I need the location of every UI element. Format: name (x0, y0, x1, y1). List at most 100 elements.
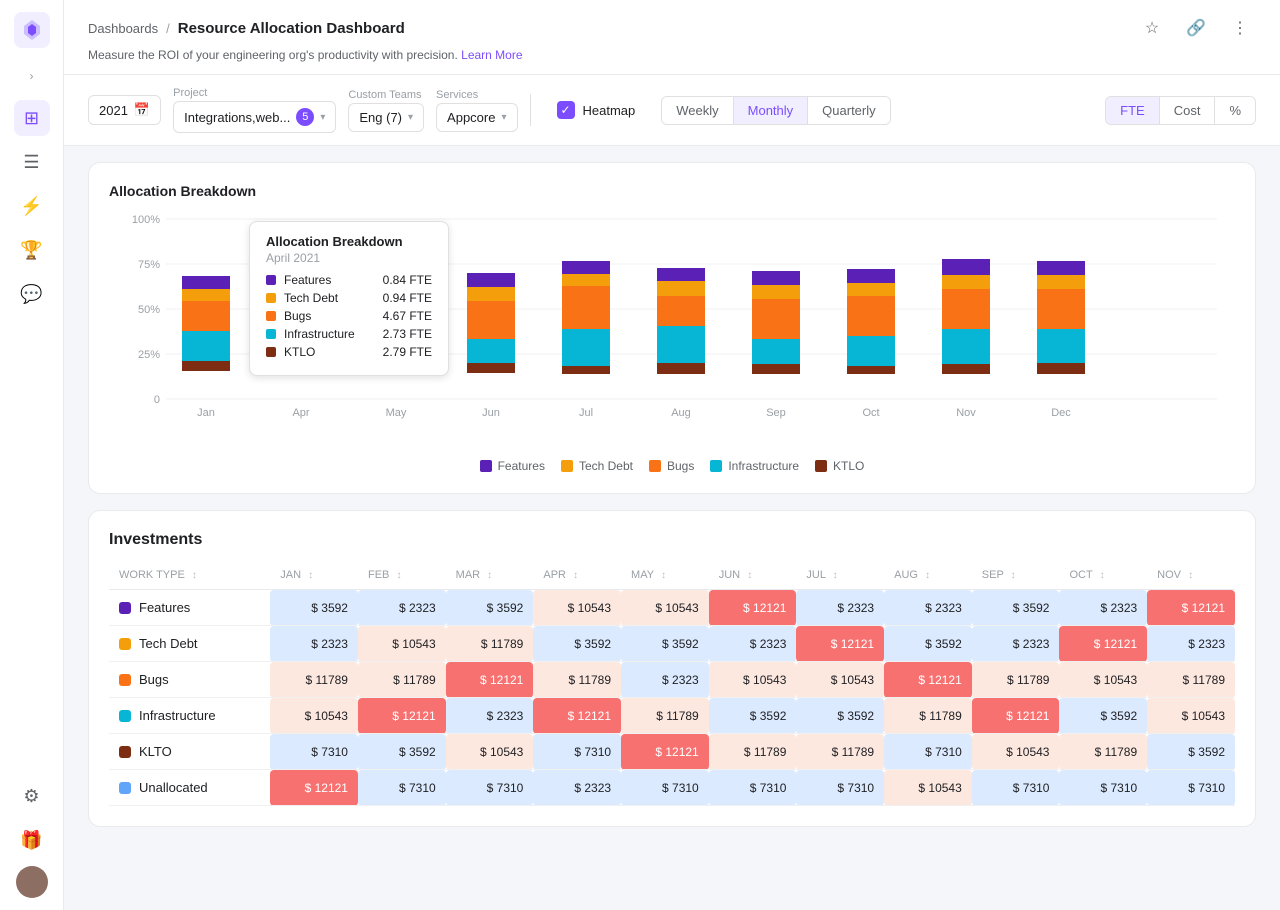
value-cell: $ 7310 (972, 770, 1060, 806)
sidebar-collapse-icon[interactable]: › (20, 64, 44, 88)
breadcrumb-separator: / (166, 21, 170, 36)
bar-aug[interactable]: Aug (657, 268, 705, 419)
tooltip-techdebt-label: Tech Debt (284, 291, 338, 305)
col-apr[interactable]: APR ↕ (533, 561, 621, 590)
main-area: Dashboards / Resource Allocation Dashboa… (64, 0, 1280, 910)
col-may[interactable]: MAY ↕ (621, 561, 709, 590)
svg-text:Sep: Sep (766, 407, 786, 419)
project-selector[interactable]: Integrations,web... 5 ▾ (173, 101, 336, 133)
chevron-down-icon-services: ▾ (501, 112, 506, 123)
share-button[interactable]: 🔗 (1180, 12, 1212, 44)
work-type-cell: Features (119, 600, 260, 615)
value-cell: $ 10543 (796, 662, 884, 698)
chart-area: Allocation Breakdown April 2021 Features… (109, 211, 1235, 451)
work-type-cell: Bugs (119, 672, 260, 687)
period-quarterly-button[interactable]: Quarterly (808, 97, 889, 124)
metric-cost-button[interactable]: Cost (1160, 97, 1216, 124)
value-cell: $ 12121 (709, 590, 797, 626)
bar-dec[interactable]: Dec (1037, 261, 1085, 419)
value-cell: $ 7310 (709, 770, 797, 806)
metric-percent-button[interactable]: % (1215, 97, 1255, 124)
year-selector[interactable]: 2021 📅 (88, 95, 161, 125)
bar-jan[interactable]: Jan (182, 276, 230, 419)
bar-oct[interactable]: Oct (847, 269, 895, 419)
value-cell: $ 3592 (1147, 734, 1235, 770)
tooltip-ktlo-dot (266, 347, 276, 357)
work-type-label: Tech Debt (139, 636, 198, 651)
bar-sep[interactable]: Sep (752, 271, 800, 419)
legend-ktlo-dot (815, 460, 827, 472)
page-title: Resource Allocation Dashboard (178, 20, 405, 37)
filter-teams-group: Custom Teams Eng (7) ▾ (348, 89, 424, 132)
sidebar-item-goals[interactable]: 🏆 (14, 232, 50, 268)
sidebar-item-gift[interactable]: 🎁 (14, 822, 50, 858)
tooltip-ktlo-label: KTLO (284, 345, 315, 359)
learn-more-link[interactable]: Learn More (461, 48, 522, 62)
col-mar[interactable]: MAR ↕ (446, 561, 534, 590)
investments-table-wrap: WORK TYPE ↕ JAN ↕ FEB ↕ MAR ↕ APR ↕ MAY … (109, 561, 1235, 806)
period-weekly-button[interactable]: Weekly (662, 97, 733, 124)
project-count-badge: 5 (296, 108, 314, 126)
app-logo[interactable] (14, 12, 50, 48)
value-cell: $ 11789 (358, 662, 446, 698)
teams-selector[interactable]: Eng (7) ▾ (348, 103, 424, 132)
breadcrumb: Dashboards / Resource Allocation Dashboa… (88, 20, 405, 37)
period-selector: Weekly Monthly Quarterly (661, 96, 890, 125)
tooltip-row-techdebt: Tech Debt 0.94 FTE (266, 291, 432, 305)
heatmap-toggle[interactable]: ✓ Heatmap (543, 95, 650, 125)
sidebar-item-messages[interactable]: 💬 (14, 276, 50, 312)
bar-nov[interactable]: Nov (942, 259, 990, 419)
svg-text:Aug: Aug (671, 407, 691, 419)
bar-jul[interactable]: Jul (562, 261, 610, 419)
legend-techdebt-dot (561, 460, 573, 472)
more-options-button[interactable]: ⋮ (1224, 12, 1256, 44)
value-cell: $ 12121 (446, 662, 534, 698)
value-cell: $ 12121 (621, 734, 709, 770)
col-worktype[interactable]: WORK TYPE ↕ (109, 561, 270, 590)
svg-text:50%: 50% (138, 304, 160, 316)
value-cell: $ 12121 (1147, 590, 1235, 626)
col-oct[interactable]: OCT ↕ (1059, 561, 1147, 590)
user-avatar[interactable] (16, 866, 48, 898)
checkbox-checked-icon: ✓ (557, 101, 575, 119)
breadcrumb-dashboards[interactable]: Dashboards (88, 21, 158, 36)
tooltip-row-bugs: Bugs 4.67 FTE (266, 309, 432, 323)
tooltip-date: April 2021 (266, 251, 432, 265)
table-row: Tech Debt $ 2323$ 10543$ 11789$ 3592$ 35… (109, 626, 1235, 662)
sidebar-item-reports[interactable]: ☰ (14, 144, 50, 180)
tooltip-infra-value: 2.73 FTE (383, 327, 432, 341)
table-row: Features $ 3592$ 2323$ 3592$ 10543$ 1054… (109, 590, 1235, 626)
services-selector[interactable]: Appcore ▾ (436, 103, 517, 132)
sidebar-item-settings[interactable]: ⚙ (14, 778, 50, 814)
legend-bugs-label: Bugs (667, 459, 694, 473)
col-jun[interactable]: JUN ↕ (709, 561, 797, 590)
col-jan[interactable]: JAN ↕ (270, 561, 358, 590)
value-cell: $ 3592 (709, 698, 797, 734)
value-cell: $ 2323 (972, 626, 1060, 662)
col-jul[interactable]: JUL ↕ (796, 561, 884, 590)
work-type-label: Infrastructure (139, 708, 216, 723)
period-monthly-button[interactable]: Monthly (734, 97, 809, 124)
investments-title: Investments (109, 531, 1235, 549)
tooltip-ktlo-value: 2.79 FTE (383, 345, 432, 359)
favorite-button[interactable]: ☆ (1136, 12, 1168, 44)
col-aug[interactable]: AUG ↕ (884, 561, 972, 590)
page-subtitle: Measure the ROI of your engineering org'… (88, 48, 1256, 74)
page-header: Dashboards / Resource Allocation Dashboa… (64, 0, 1280, 75)
content-area: Allocation Breakdown Allocation Breakdow… (64, 146, 1280, 910)
metric-fte-button[interactable]: FTE (1106, 97, 1160, 124)
value-cell: $ 10543 (1147, 698, 1235, 734)
chart-card: Allocation Breakdown Allocation Breakdow… (88, 162, 1256, 494)
tooltip-techdebt-dot (266, 293, 276, 303)
work-type-cell: Infrastructure (119, 708, 260, 723)
value-cell: $ 7310 (884, 734, 972, 770)
col-sep[interactable]: SEP ↕ (972, 561, 1060, 590)
bar-jun[interactable]: Jun (467, 273, 515, 419)
sidebar-item-activity[interactable]: ⚡ (14, 188, 50, 224)
col-feb[interactable]: FEB ↕ (358, 561, 446, 590)
col-nov[interactable]: NOV ↕ (1147, 561, 1235, 590)
legend-bugs-dot (649, 460, 661, 472)
investments-table: WORK TYPE ↕ JAN ↕ FEB ↕ MAR ↕ APR ↕ MAY … (109, 561, 1235, 806)
value-cell: $ 12121 (884, 662, 972, 698)
sidebar-item-dashboards[interactable]: ⊞ (14, 100, 50, 136)
